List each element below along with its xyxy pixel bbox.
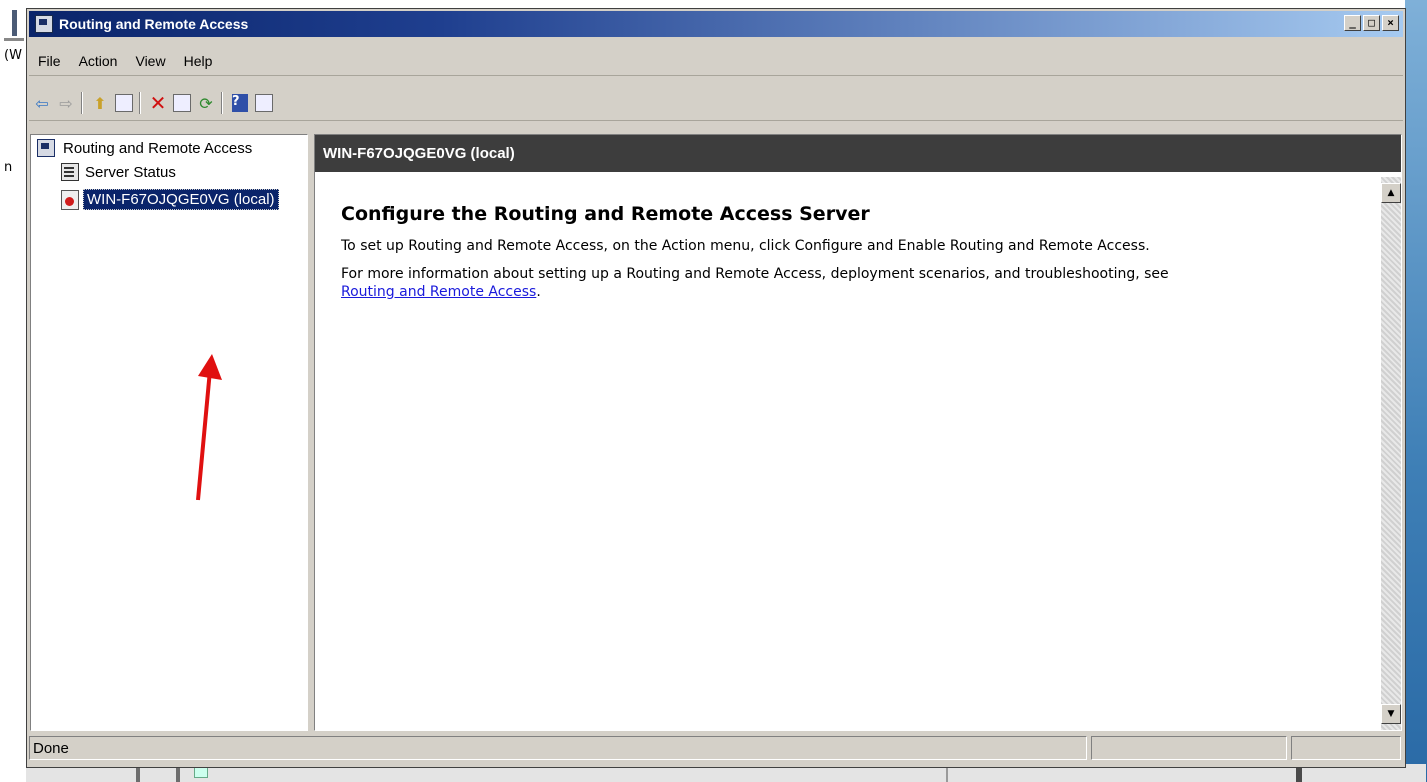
toolbar-separator [221,92,223,114]
show-hide-tree-icon[interactable] [113,92,135,114]
help-icon[interactable]: ? [229,92,251,114]
window-title: Routing and Remote Access [59,16,249,32]
content-paragraph-1: To set up Routing and Remote Access, on … [341,238,1150,254]
paragraph-text: For more information about setting up a … [341,266,1169,282]
content-heading: Configure the Routing and Remote Access … [341,203,870,225]
title-bar[interactable]: Routing and Remote Access _ □ × [29,11,1403,37]
toolbar-separator [139,92,141,114]
result-pane-header: WIN-F67OJQGE0VG (local) [315,135,1401,172]
background-divider [4,38,24,41]
minimize-button[interactable]: _ [1344,15,1361,31]
toolbar: ⇦ ⇨ ⬆ ✕ ⟳ ? [29,86,1403,121]
tree-item-label: WIN-F67OJQGE0VG (local) [83,189,279,210]
link-suffix: . [536,284,541,300]
scroll-up-icon[interactable]: ▲ [1381,183,1401,203]
content-paragraph-2: For more information about setting up a … [341,265,1355,301]
status-panel [1091,736,1287,760]
result-pane: WIN-F67OJQGE0VG (local) Configure the Ro… [314,134,1402,731]
delete-icon[interactable]: ✕ [147,91,169,115]
tree-root-label: Routing and Remote Access [63,139,253,157]
status-text: Done [29,736,1087,760]
background-text-fragment: (W [4,48,22,63]
menu-help[interactable]: Help [175,53,222,69]
server-status-icon [61,163,79,181]
background-text-fragment: n [4,160,13,175]
server-stopped-icon [61,189,79,210]
menu-bar: File Action View Help [29,47,1403,76]
mmc-window: Routing and Remote Access _ □ × File Act… [26,8,1406,768]
console-tree: Routing and Remote Access Server Status … [30,134,308,731]
show-hide-action-pane-icon[interactable] [253,92,275,114]
forward-arrow-icon[interactable]: ⇨ [55,92,77,114]
tree-root[interactable]: Routing and Remote Access [37,139,252,157]
menu-file[interactable]: File [29,53,70,69]
desktop-background-right [1405,0,1427,782]
toolbar-separator [81,92,83,114]
routing-app-icon [35,15,53,33]
properties-icon[interactable] [171,92,193,114]
window-controls: _ □ × [1344,15,1399,31]
status-panel [1291,736,1401,760]
result-pane-content: Configure the Routing and Remote Access … [315,175,1379,730]
background-window-edge [12,10,17,36]
tree-item-server-status[interactable]: Server Status [61,163,176,181]
menu-action[interactable]: Action [70,53,127,69]
menu-view[interactable]: View [126,53,174,69]
routing-help-link[interactable]: Routing and Remote Access [341,284,536,300]
red-annotation-arrow [196,354,222,501]
maximize-button[interactable]: □ [1363,15,1380,31]
routing-app-icon [37,139,55,157]
desktop-background-left: (W n [0,0,26,782]
up-folder-icon[interactable]: ⬆ [89,92,111,114]
scroll-down-icon[interactable]: ▼ [1381,704,1401,724]
refresh-icon[interactable]: ⟳ [195,92,217,114]
status-bar: Done [29,733,1403,763]
back-arrow-icon[interactable]: ⇦ [31,92,53,114]
vertical-scrollbar[interactable]: ▲ ▼ [1381,177,1401,730]
close-button[interactable]: × [1382,15,1399,31]
tree-item-local-server[interactable]: WIN-F67OJQGE0VG (local) [61,189,279,210]
tree-item-label: Server Status [85,163,176,181]
